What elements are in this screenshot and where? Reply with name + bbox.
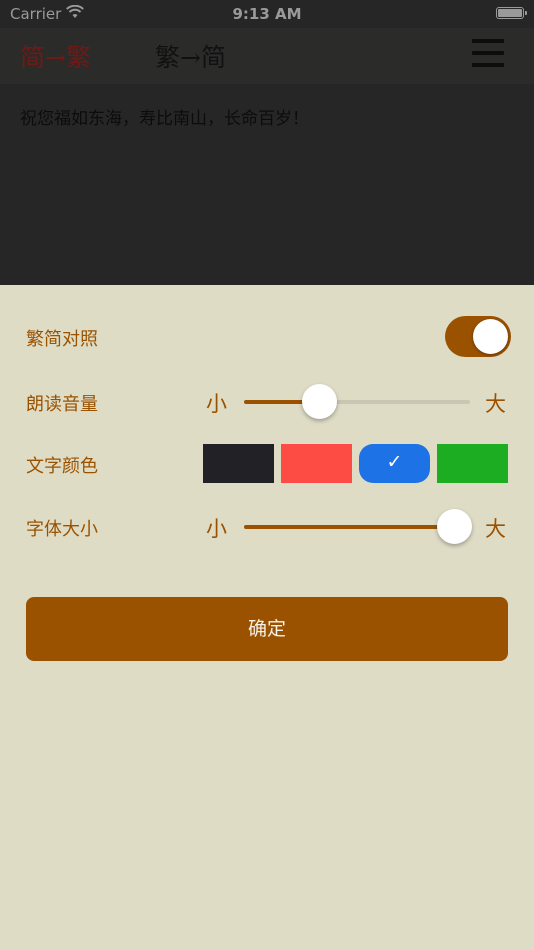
volume-thumb[interactable] xyxy=(301,384,337,419)
font-size-min-label: 小 xyxy=(206,517,227,541)
converted-text: 祝您福如东海，寿比南山，长命百岁！ xyxy=(20,109,309,129)
hamburger-menu-icon[interactable] xyxy=(472,39,504,71)
status-bar: Carrier 9:13 AM xyxy=(0,0,534,28)
toggle-knob xyxy=(473,319,508,354)
font-size-max-label: 大 xyxy=(485,517,506,541)
font-size-thumb[interactable] xyxy=(437,509,473,544)
volume-label: 朗读音量 xyxy=(26,394,98,415)
navigation-bar: 简→繁 繁→简 xyxy=(0,28,534,84)
color-swatch[interactable] xyxy=(281,444,352,483)
settings-panel: 繁简对照 朗读音量 小 大 文字颜色 ✓ 字体大小 小 大 确定 xyxy=(0,285,534,950)
clock: 9:13 AM xyxy=(232,5,302,23)
text-color-label: 文字颜色 xyxy=(26,456,98,477)
confirm-button[interactable]: 确定 xyxy=(26,597,508,661)
volume-max-label: 大 xyxy=(485,392,506,416)
compare-label: 繁简对照 xyxy=(26,329,98,350)
traditional-to-simplified-tab[interactable]: 繁→简 xyxy=(155,38,226,74)
compare-toggle[interactable] xyxy=(445,316,511,357)
font-size-fill xyxy=(244,525,455,529)
color-swatch[interactable]: ✓ xyxy=(359,444,430,483)
battery-icon xyxy=(496,7,527,19)
checkmark-icon: ✓ xyxy=(386,451,403,473)
font-size-slider[interactable] xyxy=(244,509,473,544)
simplified-to-traditional-tab[interactable]: 简→繁 xyxy=(20,38,91,74)
color-swatch[interactable] xyxy=(203,444,274,483)
font-size-label: 字体大小 xyxy=(26,519,98,540)
volume-min-label: 小 xyxy=(206,392,227,416)
color-swatch[interactable] xyxy=(437,444,508,483)
volume-slider[interactable] xyxy=(244,384,470,419)
